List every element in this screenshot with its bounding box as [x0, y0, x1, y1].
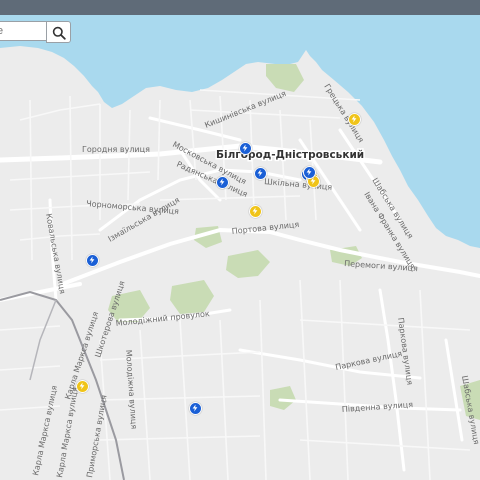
- street-label-horodnia: Городня вулиця: [82, 145, 150, 154]
- map-canvas[interactable]: Городня вулиця Кишинівська вулиця Москов…: [0, 15, 480, 480]
- map-svg[interactable]: Городня вулиця Кишинівська вулиця Москов…: [0, 15, 480, 480]
- search-input[interactable]: [0, 21, 46, 41]
- charging-station-blue-3[interactable]: [216, 176, 229, 189]
- charging-station-yellow-3[interactable]: [249, 205, 262, 218]
- search-bar: [0, 21, 72, 43]
- charging-station-blue-1[interactable]: [239, 142, 252, 155]
- charging-station-yellow-1[interactable]: [348, 113, 361, 126]
- charging-station-yellow-4[interactable]: [76, 380, 89, 393]
- charging-station-blue-6[interactable]: [189, 402, 202, 415]
- charging-station-blue-7[interactable]: [303, 166, 316, 179]
- search-button[interactable]: [46, 21, 71, 43]
- city-label: Білгород-Дністровський: [216, 149, 364, 161]
- charging-station-blue-2[interactable]: [254, 167, 267, 180]
- top-bar: [0, 0, 480, 15]
- charging-station-blue-5[interactable]: [86, 254, 99, 267]
